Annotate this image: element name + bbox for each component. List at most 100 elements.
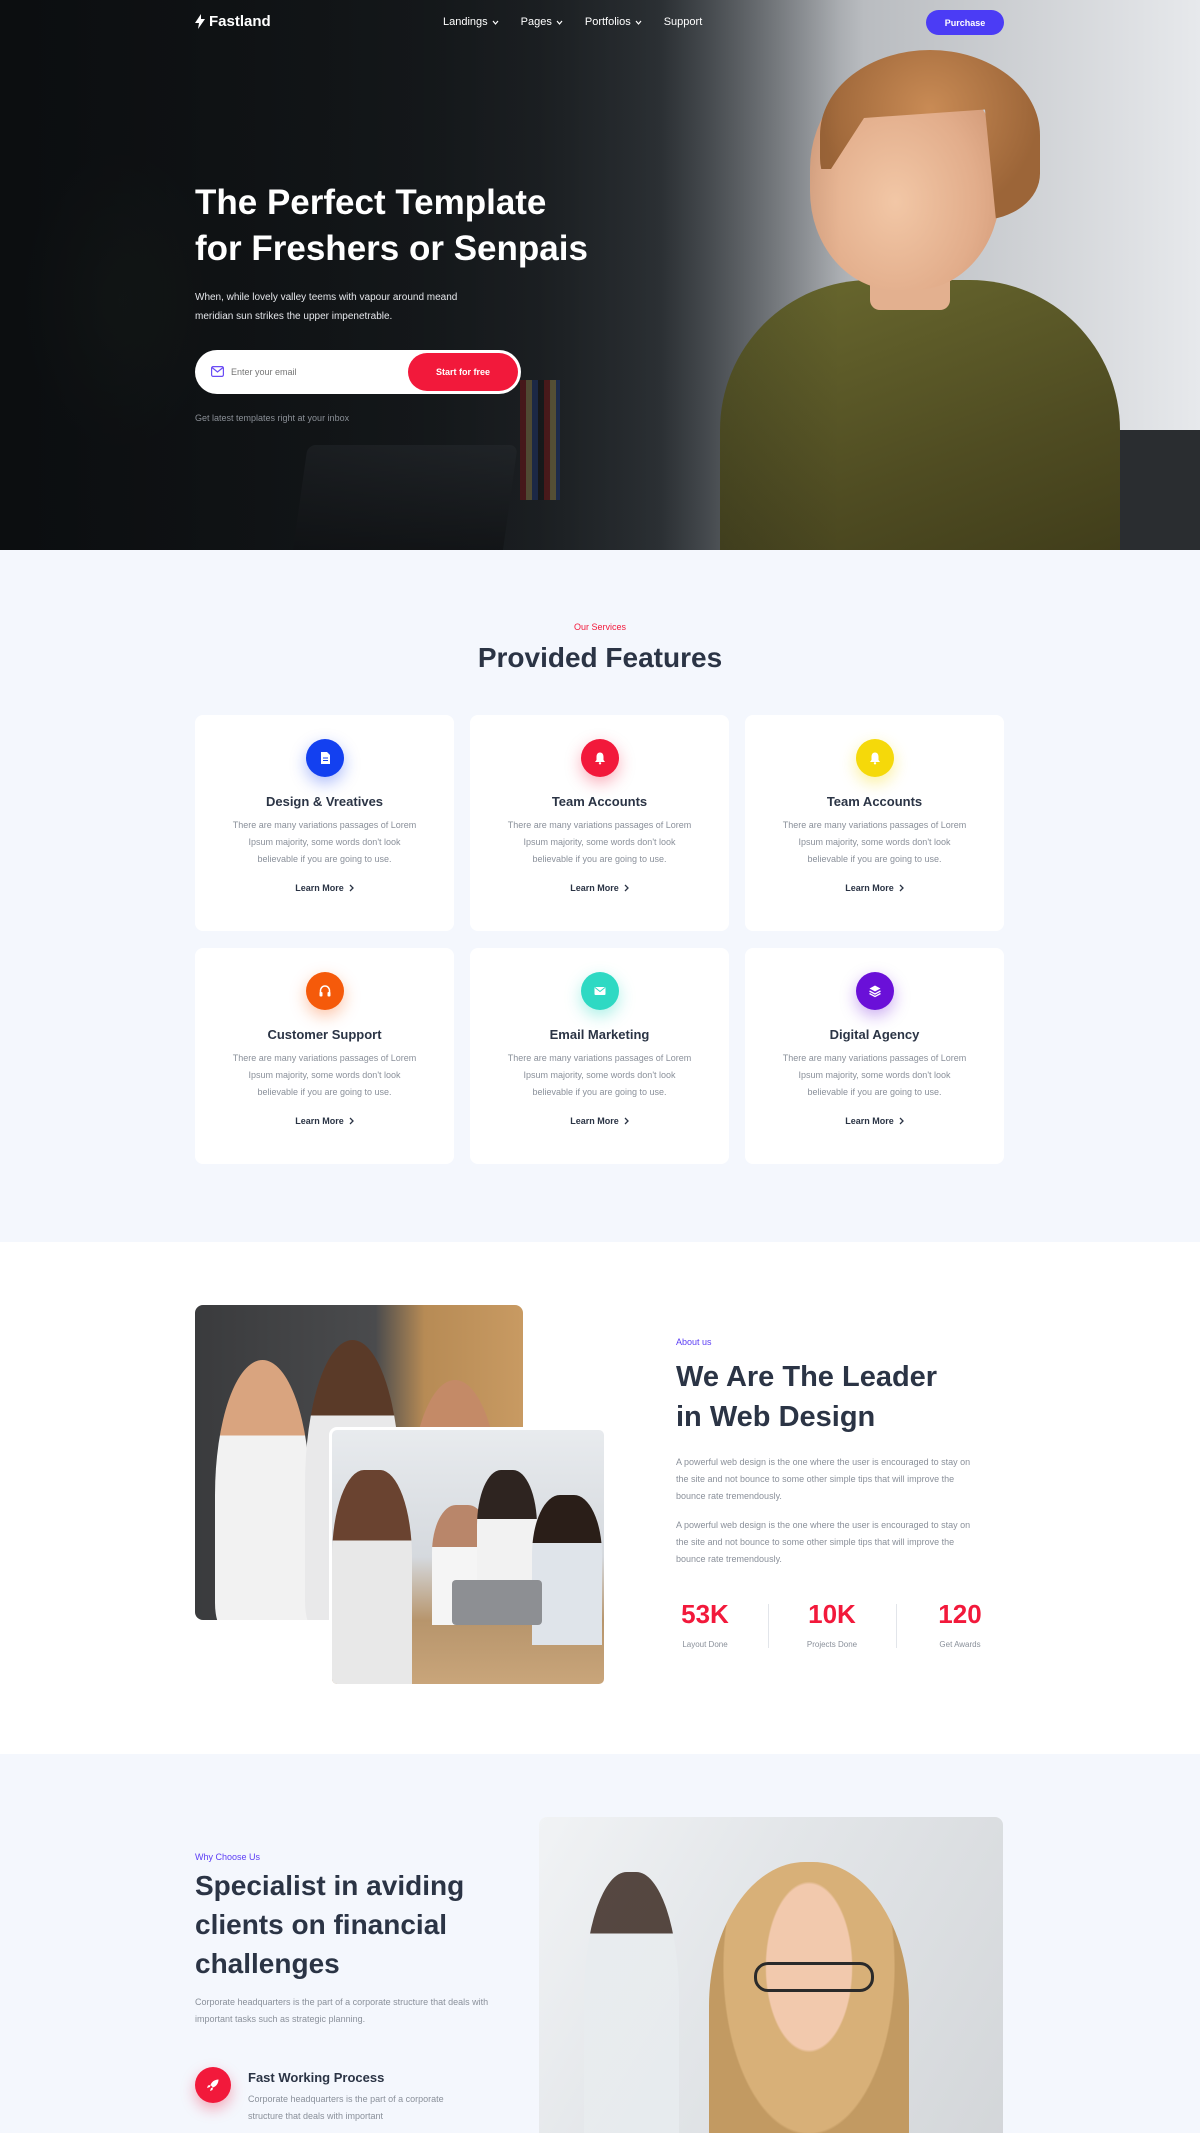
feature-card: Email Marketing There are many variation… [470, 948, 729, 1164]
chevron-right-icon [624, 884, 629, 892]
learn-more-link[interactable]: Learn More [195, 883, 454, 893]
learn-more-label: Learn More [570, 883, 619, 893]
top-navigation: Fastland Landings Pages Portfolios Suppo… [0, 0, 1200, 46]
email-input[interactable] [231, 362, 391, 382]
feature-title: Team Accounts [826, 794, 923, 809]
about-title-line2: in Web Design [676, 1401, 876, 1433]
nav-link-label: Portfolios [584, 16, 631, 28]
stat-label: Layout Done [682, 1640, 728, 1649]
why-title-line1: Specialist in aviding [195, 1870, 465, 1901]
photo-woman-face [709, 1862, 909, 2133]
stat-divider [896, 1604, 897, 1648]
feature-text: There are many variations passages of Lo… [782, 820, 967, 864]
photo-woman-figure [332, 1470, 412, 1684]
nav-link-support[interactable]: Support [664, 16, 703, 28]
bell-icon [595, 752, 605, 765]
nav-link-landings[interactable]: Landings [443, 16, 499, 28]
stat-projects-done: 10K Projects Done [777, 1599, 887, 1649]
feature-card: Customer Support There are many variatio… [195, 948, 454, 1164]
envelope-icon [211, 366, 224, 377]
bolt-icon [195, 14, 205, 29]
why-title-line3: challenges [195, 1948, 340, 1979]
why-paragraph: Corporate headquarters is the part of a … [195, 1997, 489, 2024]
features-eyebrow: Our Services [573, 622, 626, 632]
about-title: We Are The Leader in Web Design [676, 1357, 937, 1437]
features-section: Our Services Provided Features Design & … [0, 550, 1200, 1242]
why-feature-text: Corporate headquarters is the part of a … [248, 2094, 444, 2121]
chevron-down-icon [556, 20, 563, 25]
stat-value: 53K [681, 1599, 729, 1629]
learn-more-link[interactable]: Learn More [745, 1116, 1004, 1126]
team-meeting-photo [329, 1427, 607, 1687]
feature-text: There are many variations passages of Lo… [507, 1053, 692, 1097]
chevron-right-icon [899, 1117, 904, 1125]
document-icon [321, 752, 330, 764]
feature-icon-wrap [581, 739, 619, 777]
about-paragraph: A powerful web design is the one where t… [676, 1520, 971, 1564]
about-section: About us We Are The Leader in Web Design… [0, 1242, 1200, 1754]
features-title: Provided Features [477, 642, 723, 673]
learn-more-link[interactable]: Learn More [470, 1116, 729, 1126]
photo-person-figure [215, 1360, 310, 1620]
nav-links: Landings Pages Portfolios Support [443, 16, 702, 28]
chevron-right-icon [624, 1117, 629, 1125]
feature-title: Team Accounts [551, 794, 648, 809]
email-subscribe-form: Start for free [195, 350, 521, 394]
learn-more-link[interactable]: Learn More [195, 1116, 454, 1126]
stat-layout-done: 53K Layout Done [650, 1599, 760, 1649]
learn-more-link[interactable]: Learn More [745, 883, 1004, 893]
stat-get-awards: 120 Get Awards [905, 1599, 1015, 1649]
photo-background-man [584, 1872, 679, 2133]
stat-label: Projects Done [806, 1640, 858, 1649]
nav-link-portfolios[interactable]: Portfolios [585, 16, 642, 28]
feature-text: There are many variations passages of Lo… [507, 820, 692, 864]
purchase-button[interactable]: Purchase [926, 10, 1004, 35]
envelope-icon [594, 987, 606, 995]
hero-overlay [0, 0, 1200, 550]
rocket-icon [207, 2079, 219, 2091]
learn-more-label: Learn More [845, 1116, 894, 1126]
chevron-right-icon [349, 1117, 354, 1125]
photo-glasses [754, 1962, 874, 1992]
feature-title: Design & Vreatives [265, 794, 384, 809]
learn-more-label: Learn More [295, 883, 344, 893]
layers-icon [869, 985, 881, 998]
feature-text: There are many variations passages of Lo… [232, 820, 417, 864]
photo-person-figure [532, 1495, 602, 1645]
feature-title: Digital Agency [829, 1027, 920, 1042]
stat-value: 10K [808, 1599, 856, 1629]
why-title: Specialist in aviding clients on financi… [195, 1866, 464, 1983]
learn-more-label: Learn More [845, 883, 894, 893]
hero-title: The Perfect Template for Freshers or Sen… [195, 180, 655, 272]
why-eyebrow: Why Choose Us [195, 1852, 261, 1862]
chevron-right-icon [899, 884, 904, 892]
headphones-icon [319, 985, 331, 997]
feature-icon-wrap [306, 972, 344, 1010]
nav-link-label: Support [663, 16, 703, 28]
feature-icon-wrap [856, 739, 894, 777]
start-for-free-button[interactable]: Start for free [408, 353, 518, 391]
smiling-woman-photo [539, 1817, 1003, 2133]
about-eyebrow: About us [676, 1337, 712, 1347]
learn-more-label: Learn More [570, 1116, 619, 1126]
learn-more-label: Learn More [295, 1116, 344, 1126]
stat-value: 120 [938, 1599, 982, 1629]
feature-icon-wrap [581, 972, 619, 1010]
learn-more-link[interactable]: Learn More [470, 883, 729, 893]
nav-link-pages[interactable]: Pages [521, 16, 563, 28]
nav-link-label: Pages [520, 16, 552, 28]
feature-card: Team Accounts There are many variations … [745, 715, 1004, 931]
feature-title: Customer Support [267, 1027, 382, 1042]
feature-icon-wrap [306, 739, 344, 777]
feature-card: Team Accounts There are many variations … [470, 715, 729, 931]
brand-logo[interactable]: Fastland [195, 13, 271, 30]
feature-text: There are many variations passages of Lo… [232, 1053, 417, 1097]
feature-text: There are many variations passages of Lo… [782, 1053, 967, 1097]
hero-note: Get latest templates right at your inbox [195, 413, 350, 423]
chevron-right-icon [349, 884, 354, 892]
hero-title-line1: The Perfect Template [195, 183, 547, 222]
about-title-line1: We Are The Leader [676, 1361, 938, 1393]
why-choose-us-section: Why Choose Us Specialist in aviding clie… [0, 1754, 1200, 2133]
hero-title-line2: for Freshers or Senpais [195, 229, 588, 268]
why-feature-title: Fast Working Process [248, 2070, 385, 2085]
